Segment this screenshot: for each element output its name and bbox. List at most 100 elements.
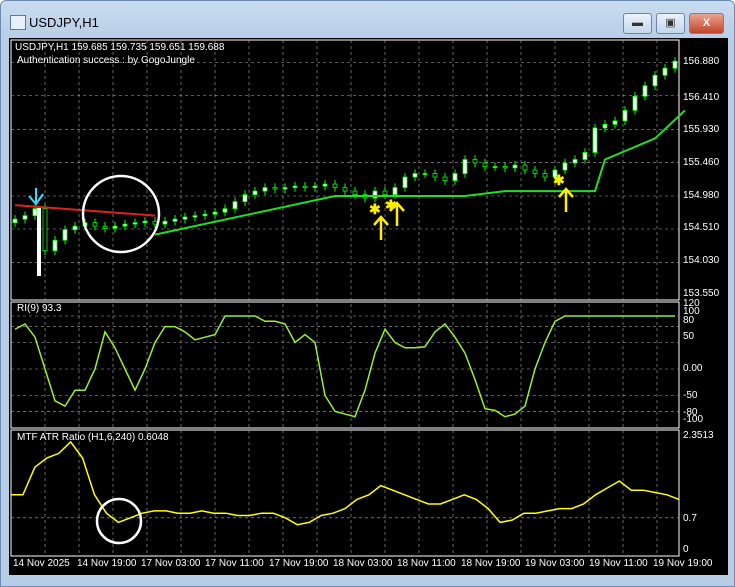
candle-body <box>442 176 448 181</box>
price-axis-tick: 154.510 <box>683 222 720 233</box>
candle-body <box>342 187 348 192</box>
candle-body <box>42 208 48 252</box>
candle-body <box>382 190 388 195</box>
candle-body <box>542 173 548 178</box>
time-axis-label: 17 Nov 11:00 <box>205 558 264 569</box>
star-icon: ✱ <box>385 197 397 213</box>
candle-body <box>272 187 278 190</box>
candle-body <box>282 187 288 190</box>
time-axis-label: 18 Nov 19:00 <box>461 558 521 569</box>
buy-arrow-icon <box>558 187 574 212</box>
price-axis-tick: 154.980 <box>683 190 720 201</box>
time-axis-label: 18 Nov 11:00 <box>397 558 456 569</box>
candle-body <box>52 239 58 252</box>
candle-body <box>582 152 588 160</box>
candle-body <box>232 201 238 210</box>
candle-body <box>632 95 638 111</box>
star-icon: ✱ <box>553 172 565 188</box>
candle-body <box>642 85 648 97</box>
rsi-axis-tick: 50 <box>683 331 695 342</box>
restore-button[interactable]: ▣ <box>656 13 685 34</box>
candle-body <box>292 185 298 188</box>
star-icon: ✱ <box>369 201 381 217</box>
time-axis-label: 18 Nov 03:00 <box>333 558 393 569</box>
rsi-label: RI(9) 93.3 <box>17 303 62 314</box>
candle-body <box>612 120 618 125</box>
candle-body <box>662 67 668 76</box>
ea-status: Authentication success : by GogoJungle <box>17 55 195 66</box>
candle-body <box>412 173 418 178</box>
candle-body <box>22 215 28 220</box>
price-axis-tick: 155.930 <box>683 124 720 135</box>
candle-body <box>452 173 458 181</box>
price-axis-tick: 154.030 <box>683 255 720 266</box>
candle-body <box>492 166 498 168</box>
candle-body <box>402 176 408 188</box>
minimize-button[interactable]: ▬ <box>623 13 652 34</box>
candle-body <box>462 159 468 174</box>
candle-body <box>622 109 628 122</box>
candle-body <box>102 225 108 229</box>
candle-body <box>92 222 98 227</box>
rsi-axis-tick: -100 <box>683 414 704 425</box>
candle-body <box>172 218 178 222</box>
candle-body <box>422 173 428 175</box>
chart-area[interactable]: ✱ ✱ ✱ USDJPY,H1 159.685 159.735 159.651 15… <box>9 38 728 575</box>
panel-frame <box>10 39 680 301</box>
candle-body <box>182 216 188 220</box>
candle-body <box>512 164 518 169</box>
panel-frame <box>10 301 680 429</box>
atr-axis-tick: 2.3513 <box>683 430 714 441</box>
candle-body <box>652 74 658 87</box>
candle-body <box>162 220 168 225</box>
candle-body <box>202 213 208 217</box>
time-axis-label: 14 Nov 2025 <box>13 558 70 569</box>
candle-body <box>592 127 598 153</box>
candle-body <box>352 190 358 195</box>
close-button[interactable]: X <box>689 13 724 34</box>
candle-body <box>32 208 38 217</box>
window-title: USDJPY,H1 <box>29 15 99 30</box>
atr-line <box>11 440 680 526</box>
candle-body <box>222 208 228 213</box>
candle-body <box>12 218 18 224</box>
price-axis-tick: 156.410 <box>683 92 720 103</box>
highlight-circle <box>95 497 143 545</box>
time-axis-label: 19 Nov 19:00 <box>653 558 713 569</box>
candle-body <box>252 190 258 195</box>
atr-axis-tick: 0 <box>683 544 689 555</box>
candle-body <box>522 164 528 171</box>
candle-body <box>332 183 338 188</box>
main-header: USDJPY,H1 159.685 159.735 159.651 159.68… <box>15 42 225 53</box>
rsi-line <box>14 315 675 418</box>
candle-body <box>502 166 508 169</box>
rsi-axis-tick: 0.00 <box>683 363 703 374</box>
chart-window: USDJPY,H1 ▬ ▣ X ✱ ✱ ✱ USDJPY,H1 159.685 15… <box>0 0 735 587</box>
candle-body <box>132 222 138 225</box>
candle-body <box>192 215 198 218</box>
candle-body <box>262 187 268 192</box>
candle-body <box>392 187 398 195</box>
panel-frame <box>10 429 680 557</box>
chart-canvas[interactable]: ✱ ✱✱ <box>9 38 728 575</box>
signal-bar <box>37 208 41 276</box>
rsi-axis-tick: 80 <box>683 315 695 326</box>
candle-body <box>142 220 148 224</box>
candle-body <box>72 225 78 231</box>
candle-body <box>562 162 568 171</box>
candle-body <box>372 190 378 199</box>
candle-body <box>672 60 678 69</box>
candle-body <box>482 162 488 167</box>
time-axis-label: 14 Nov 19:00 <box>77 558 137 569</box>
candle-body <box>532 169 538 174</box>
candle-body <box>322 183 328 187</box>
candle-body <box>572 159 578 164</box>
time-axis-label: 19 Nov 03:00 <box>525 558 585 569</box>
candle-body <box>472 159 478 164</box>
candle-body <box>122 223 128 227</box>
price-axis-tick: 156.880 <box>683 56 720 67</box>
candle-body <box>62 229 68 241</box>
candle-body <box>212 211 218 215</box>
time-axis-label: 17 Nov 03:00 <box>141 558 201 569</box>
candle-body <box>242 194 248 203</box>
